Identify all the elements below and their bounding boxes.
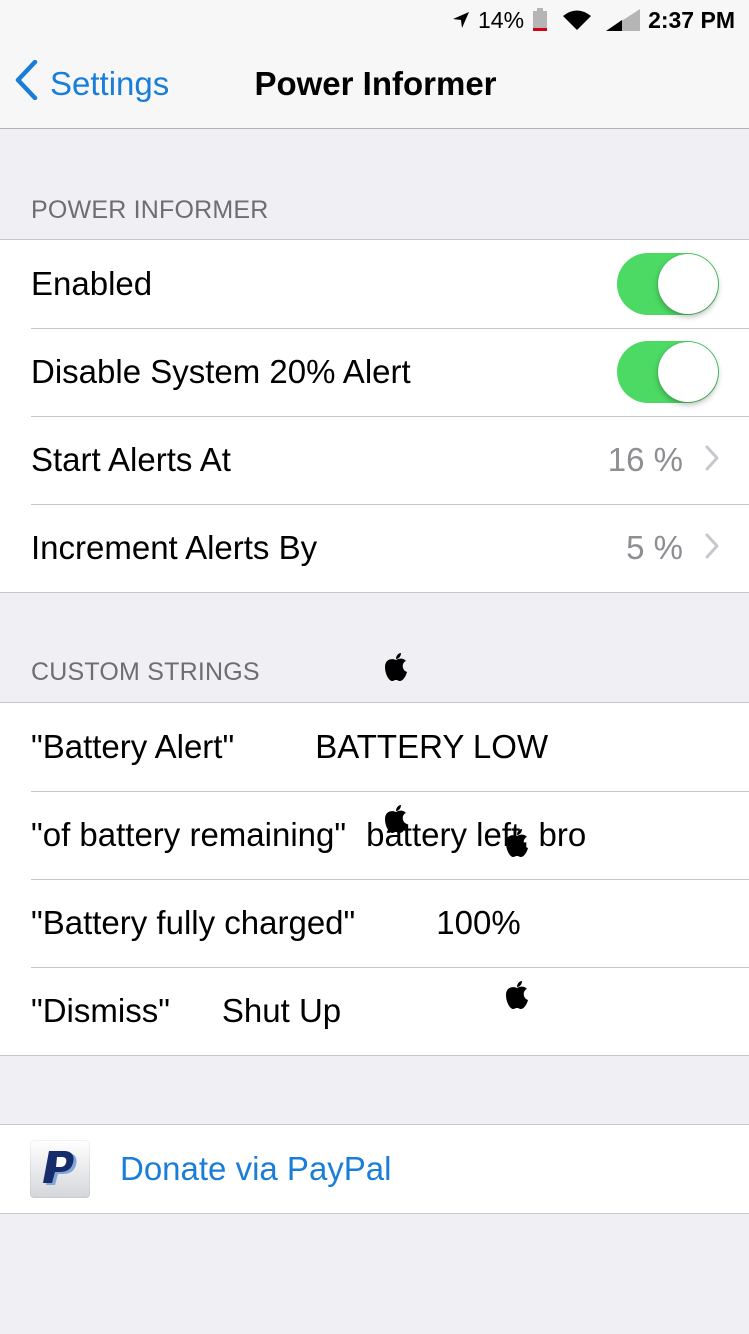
enabled-toggle[interactable] xyxy=(617,253,719,315)
back-button-label: Settings xyxy=(50,65,170,102)
navigation-bar: Power Informer Settings xyxy=(0,40,749,129)
power-informer-group: Enabled Disable System 20% Alert Start A… xyxy=(0,239,749,593)
row-label: Increment Alerts By xyxy=(31,529,318,566)
row-label: Start Alerts At xyxy=(31,441,231,478)
cellular-signal-icon xyxy=(606,9,641,31)
row-start-alerts-at[interactable]: Start Alerts At 16 % xyxy=(0,416,749,504)
battery-low-icon xyxy=(532,8,548,32)
chevron-right-icon xyxy=(705,529,719,567)
donate-paypal-row[interactable]: Donate via PayPal xyxy=(0,1125,749,1213)
row-label: "of battery remaining" xyxy=(31,816,347,853)
row-label: "Battery Alert" xyxy=(31,728,235,765)
row-value: 5 % xyxy=(626,529,683,566)
row-label: "Dismiss" xyxy=(31,992,170,1029)
row-label: "Battery fully charged" xyxy=(31,904,356,941)
row-enabled: Enabled xyxy=(0,240,749,328)
toggle-knob xyxy=(658,342,718,402)
fully-charged-text: 100% xyxy=(436,904,521,941)
apple-logo-icon xyxy=(430,790,529,904)
row-disable-system-alert: Disable System 20% Alert xyxy=(0,328,749,416)
row-dismiss[interactable]: "Dismiss" Shut Up xyxy=(0,967,749,1055)
custom-strings-group: "Battery Alert" BATTERY LOW "of battery … xyxy=(0,653,749,1056)
status-bar: 14% 2:37 PM xyxy=(0,0,749,40)
section-header-power-informer: POWER INFORMER xyxy=(31,196,269,224)
row-value: 16 % xyxy=(607,441,683,478)
row-label: Enabled xyxy=(31,265,153,302)
chevron-left-icon xyxy=(14,59,50,108)
toggle-knob xyxy=(658,254,718,314)
donate-group: Donate via PayPal xyxy=(0,1124,749,1214)
disable-system-alert-toggle[interactable] xyxy=(617,341,719,403)
row-label: Disable System 20% Alert xyxy=(31,353,411,390)
section-header-custom-strings: CUSTOM STRINGS xyxy=(31,658,260,686)
back-button[interactable]: Settings xyxy=(14,40,169,128)
row-value: Shut Up xyxy=(221,992,342,1029)
wifi-icon xyxy=(562,9,592,31)
location-arrow-icon xyxy=(452,11,470,29)
donate-paypal-link[interactable]: Donate via PayPal xyxy=(120,1150,392,1188)
apple-logo-icon xyxy=(309,614,408,728)
status-time: 2:37 PM xyxy=(648,6,735,33)
paypal-icon xyxy=(30,1140,90,1198)
row-battery-fully-charged[interactable]: "Battery fully charged" 100% xyxy=(0,829,749,1009)
battery-percent: 14% xyxy=(478,6,525,33)
chevron-right-icon xyxy=(705,441,719,479)
